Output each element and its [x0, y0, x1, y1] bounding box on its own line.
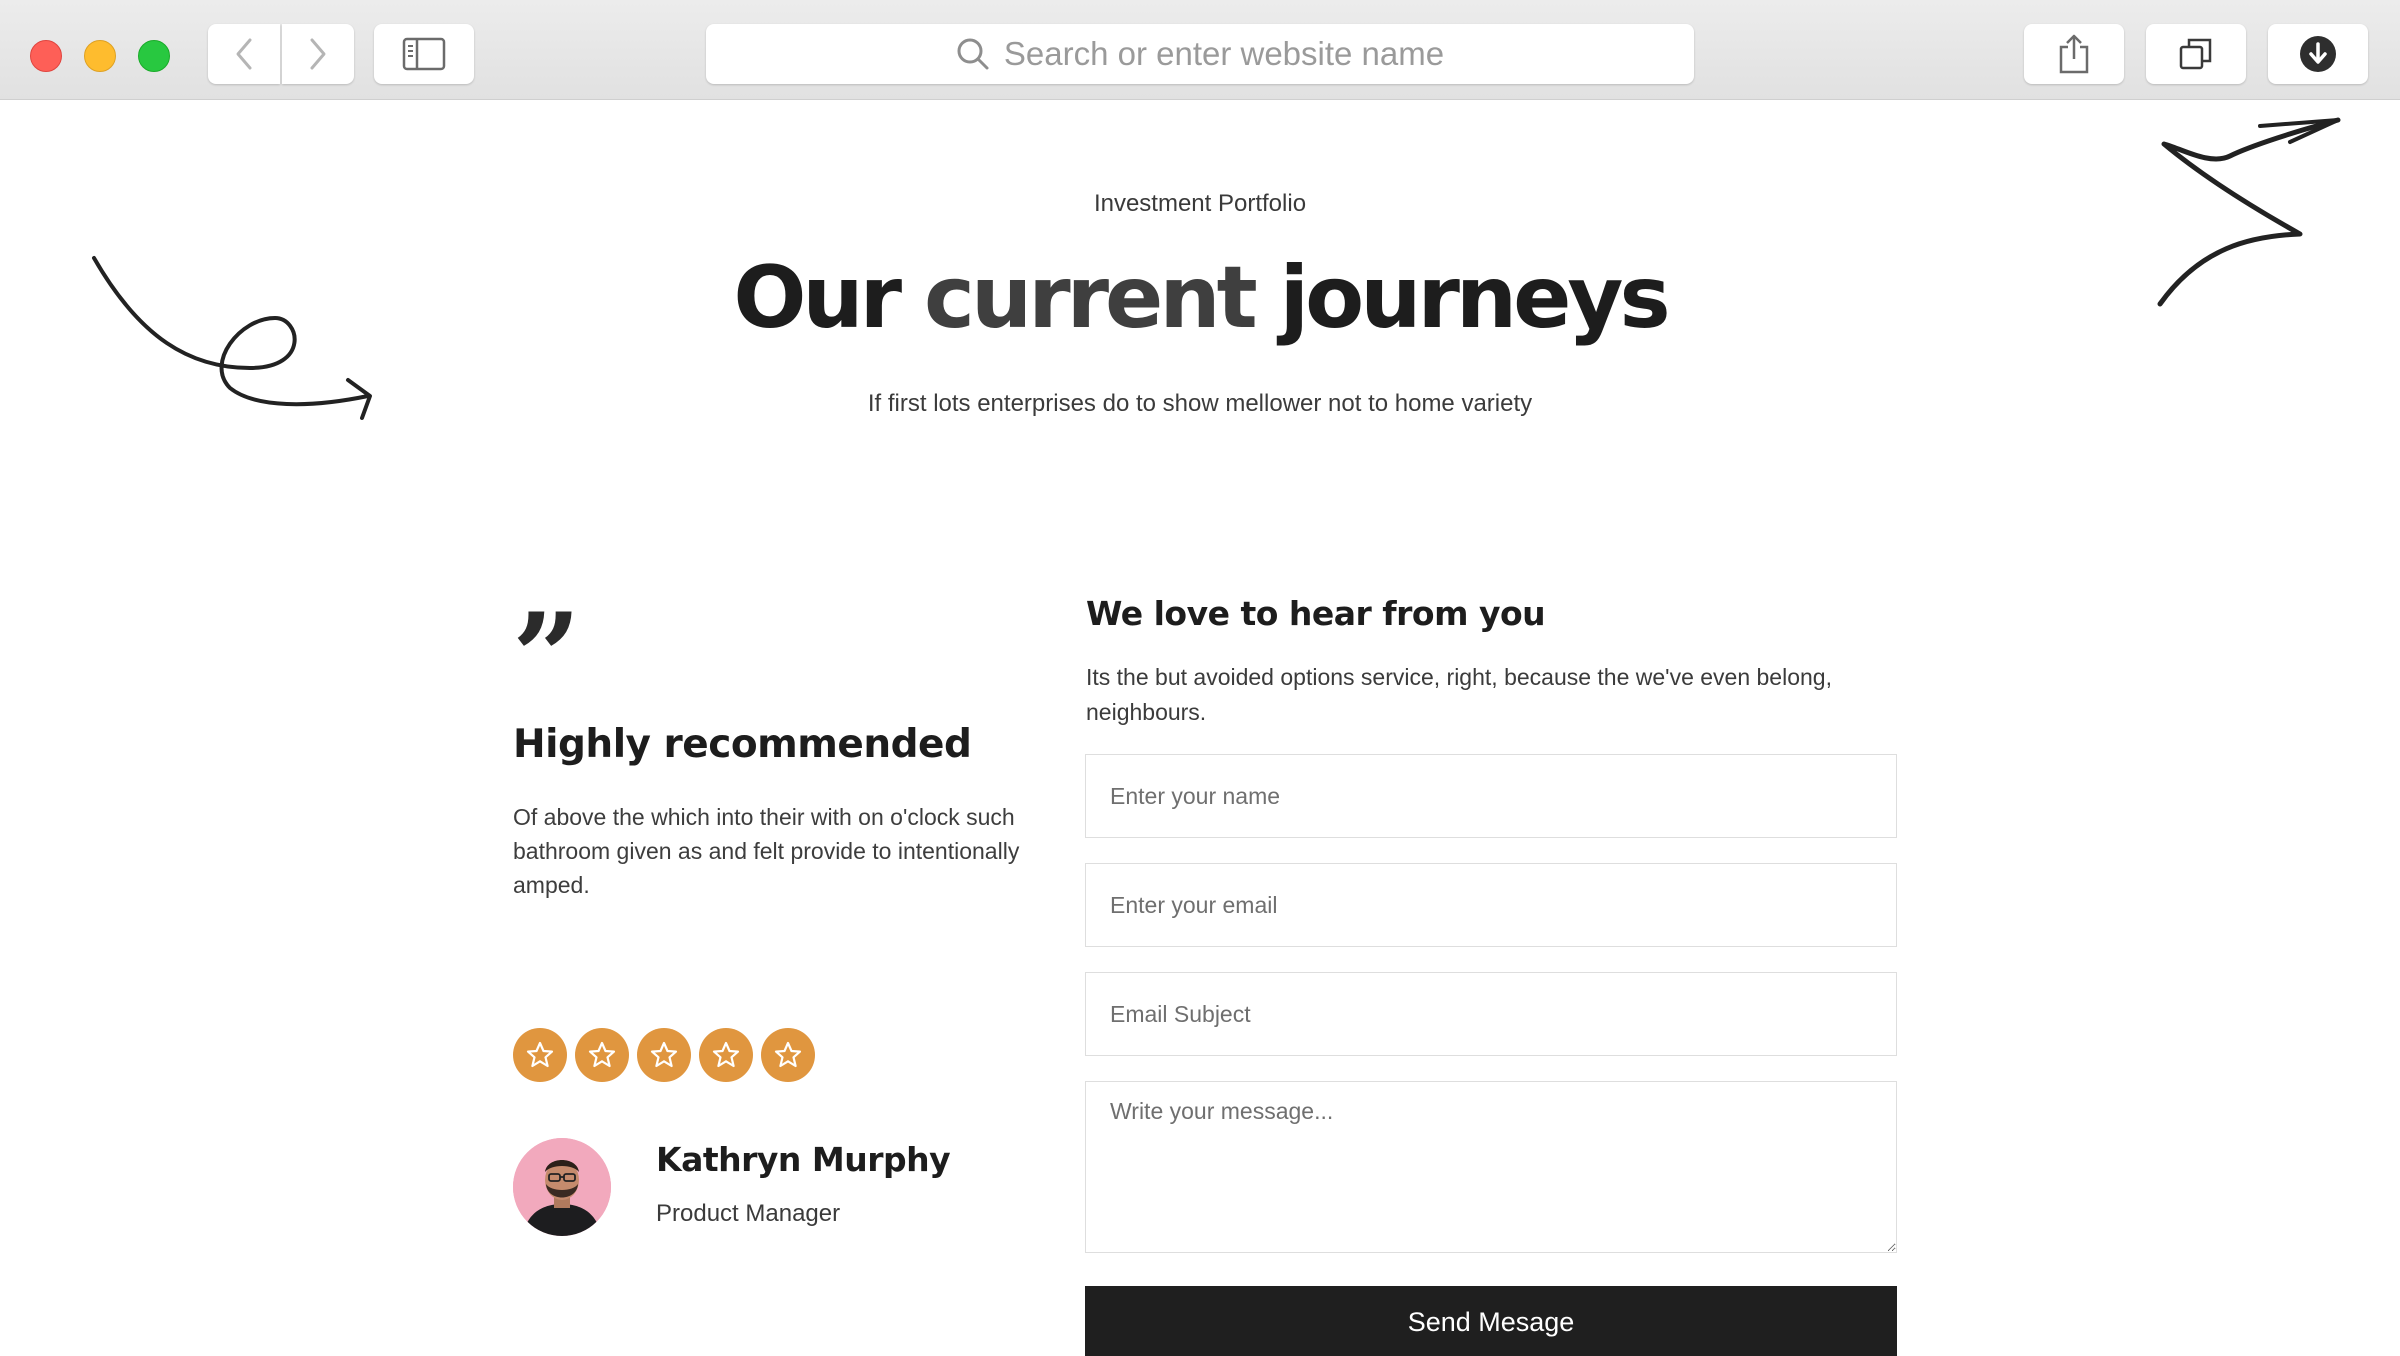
- chevron-right-icon: [310, 38, 326, 70]
- send-message-button[interactable]: Send Mesage: [1085, 1286, 1897, 1356]
- forward-button[interactable]: [282, 24, 354, 84]
- share-button[interactable]: [2024, 24, 2124, 84]
- testimonial-heading: Highly recommended: [513, 722, 972, 767]
- reviewer-name: Kathryn Murphy: [656, 1140, 951, 1179]
- section-eyebrow: Investment Portfolio: [1093, 190, 1307, 217]
- show-tabs-button[interactable]: [2146, 24, 2246, 84]
- title-part-1: Our: [733, 248, 902, 348]
- close-window-button[interactable]: [30, 40, 62, 72]
- star-icon: [513, 1028, 567, 1082]
- star-icon: [699, 1028, 753, 1082]
- contact-intro: Its the but avoided options service, rig…: [1086, 664, 1832, 725]
- chevron-left-icon: [236, 38, 252, 70]
- name-field[interactable]: [1085, 754, 1897, 838]
- downloads-button[interactable]: [2268, 24, 2368, 84]
- title-part-2: journeys: [1279, 248, 1671, 348]
- web-page: Investment Portfolio Our current journey…: [0, 100, 2400, 1356]
- sidebar-toggle-button[interactable]: [374, 24, 474, 84]
- download-icon: [2300, 36, 2336, 72]
- page-title: Our current journeys: [0, 248, 2400, 348]
- title-highlight: current: [924, 248, 1258, 348]
- search-icon: [957, 38, 989, 70]
- address-bar-placeholder: Search or enter website name: [1003, 35, 1445, 72]
- page-subtitle: If first lots enterprises do to show mel…: [867, 390, 1533, 417]
- star-icon: [761, 1028, 815, 1082]
- address-bar[interactable]: Search or enter website name: [706, 24, 1694, 84]
- testimonial-text: Of above the which into their with on o'…: [513, 804, 1020, 898]
- message-field[interactable]: [1085, 1081, 1897, 1253]
- star-icon: [637, 1028, 691, 1082]
- back-button[interactable]: [208, 24, 280, 84]
- email-field[interactable]: [1085, 863, 1897, 947]
- minimize-window-button[interactable]: [84, 40, 116, 72]
- zoom-window-button[interactable]: [138, 40, 170, 72]
- sidebar-icon: [402, 37, 446, 71]
- star-icon: [575, 1028, 629, 1082]
- avatar: [513, 1138, 611, 1236]
- quote-icon: ”: [512, 587, 582, 728]
- reviewer-role: Product Manager: [656, 1200, 841, 1227]
- tabs-icon: [2179, 38, 2212, 70]
- browser-toolbar: Search or enter website name: [0, 0, 2400, 100]
- contact-heading: We love to hear from you: [1086, 594, 1546, 633]
- share-icon: [2059, 34, 2089, 74]
- subject-field[interactable]: [1085, 972, 1897, 1056]
- star-rating: [513, 1028, 815, 1082]
